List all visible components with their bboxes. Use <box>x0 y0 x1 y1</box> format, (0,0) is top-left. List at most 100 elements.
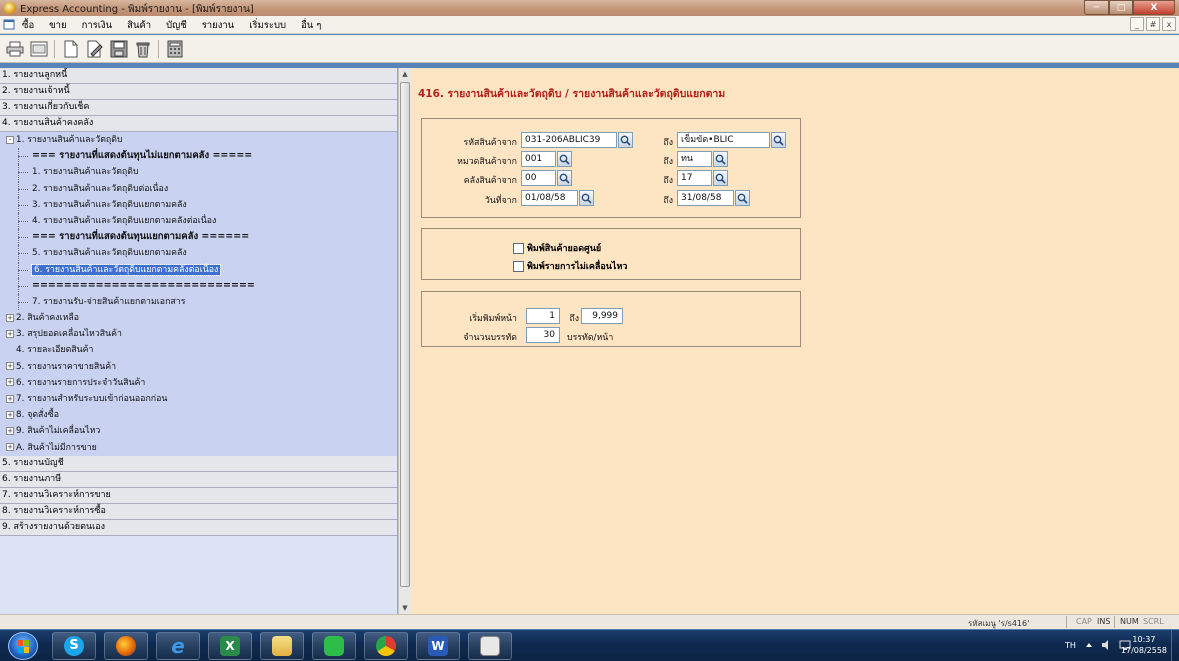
tree-item[interactable]: 6. รายงานสินค้าและวัตถุดิบแยกตามคลังต่อเ… <box>0 261 397 278</box>
section-custom-report[interactable]: 9. สร้างรายงานด้วยตนเอง <box>0 519 397 536</box>
taskbar-firefox[interactable] <box>104 632 148 660</box>
section-debtors[interactable]: 1. รายงานลูกหนี้ <box>0 68 397 84</box>
menu-reports[interactable]: รายงาน <box>202 18 234 33</box>
expand-icon[interactable]: + <box>6 426 14 435</box>
tree-item[interactable]: +9. สินค้าไม่เคลื่อนไหว <box>0 423 397 439</box>
tree-item[interactable]: 2. รายงานสินค้าและวัตถุดิบต่อเนื่อง <box>0 180 397 197</box>
taskbar-explorer[interactable] <box>260 632 304 660</box>
taskbar-express[interactable] <box>468 632 512 660</box>
tree-item[interactable]: +7. รายงานสำหรับระบบเข้าก่อนออกก่อน <box>0 391 397 407</box>
tree-item[interactable]: 4. รายงานสินค้าและวัตถุดิบแยกตามคลังต่อเ… <box>0 212 397 229</box>
warehouse-from-input[interactable]: 00 <box>521 170 556 186</box>
print-inactive-checkbox[interactable]: พิมพ์รายการไม่เคลื่อนไหว <box>513 259 627 273</box>
expand-icon[interactable]: + <box>6 329 14 338</box>
date-from-input[interactable]: 01/08/58 <box>521 190 578 206</box>
expand-icon[interactable]: + <box>6 378 14 387</box>
tree-item[interactable]: 7. รายงานรับ-จ่ายสินค้าแยกตามเอกสาร <box>0 293 397 310</box>
end-page-input[interactable]: 9,999 <box>581 308 623 324</box>
taskbar-excel[interactable]: X <box>208 632 252 660</box>
taskbar-internet-explorer[interactable]: e <box>156 632 200 660</box>
warehouse-from-lookup-button[interactable] <box>557 170 572 186</box>
section-purchase-analysis[interactable]: 8. รายงานวิเคราะห์การซื้อ <box>0 503 397 520</box>
category-to-lookup-button[interactable] <box>713 151 728 167</box>
tree-item[interactable]: === รายงานที่แสดงต้นทุนไม่แยกตามคลัง ===… <box>0 148 397 165</box>
menu-accounts[interactable]: บัญชี <box>166 18 187 33</box>
close-button[interactable]: X <box>1133 0 1175 15</box>
menu-finance[interactable]: การเงิน <box>82 18 113 33</box>
menu-inventory[interactable]: สินค้า <box>127 18 151 33</box>
menu-scrollbar[interactable]: ▲ ▼ <box>398 68 411 614</box>
input-language[interactable]: TH <box>1065 641 1076 650</box>
print-button[interactable] <box>4 39 26 59</box>
product-to-lookup-button[interactable] <box>771 132 786 148</box>
tree-item[interactable]: === รายงานที่แสดงต้นทุนแยกตามคลัง ====== <box>0 229 397 246</box>
expand-icon[interactable]: + <box>6 394 14 403</box>
preview-button[interactable] <box>28 39 50 59</box>
expand-icon[interactable]: + <box>6 443 14 452</box>
scroll-down-icon[interactable]: ▼ <box>399 602 411 614</box>
menu-purchase[interactable]: ซื้อ <box>22 18 34 33</box>
expand-icon[interactable]: + <box>6 410 14 419</box>
scroll-up-icon[interactable]: ▲ <box>399 68 411 80</box>
taskbar-word[interactable]: W <box>416 632 460 660</box>
mdi-restore-button[interactable]: # <box>1146 17 1160 31</box>
checkbox-box[interactable] <box>513 260 524 272</box>
volume-icon[interactable] <box>1101 639 1113 651</box>
menu-sales[interactable]: ขาย <box>49 18 66 33</box>
tree-item[interactable]: +8. จุดสั่งซื้อ <box>0 407 397 423</box>
scroll-thumb[interactable] <box>400 82 410 587</box>
tree-item[interactable]: 5. รายงานสินค้าและวัตถุดิบแยกตามคลัง <box>0 245 397 262</box>
checkbox-box[interactable] <box>513 242 524 254</box>
product-from-lookup-button[interactable] <box>618 132 633 148</box>
maximize-button[interactable]: □ <box>1109 0 1133 15</box>
calculator-button[interactable] <box>164 39 186 59</box>
lines-per-page-input[interactable]: 30 <box>526 327 560 343</box>
section-creditors[interactable]: 2. รายงานเจ้าหนี้ <box>0 84 397 100</box>
tree-item[interactable]: +5. รายงานราคาขายสินค้า <box>0 359 397 375</box>
menu-other[interactable]: อื่น ๆ <box>301 18 321 33</box>
date-to-picker-button[interactable] <box>735 190 750 206</box>
start-page-input[interactable]: 1 <box>526 308 560 324</box>
section-inventory[interactable]: 4. รายงานสินค้าคงคลัง <box>0 116 397 132</box>
mdi-close-button[interactable]: x <box>1162 17 1176 31</box>
category-to-input[interactable]: ทน <box>677 151 712 167</box>
taskbar-skype[interactable]: S <box>52 632 96 660</box>
tree-item[interactable]: ============================ <box>0 277 397 294</box>
new-button[interactable] <box>60 39 82 59</box>
tree-item[interactable]: 3. รายงานสินค้าและวัตถุดิบแยกตามคลัง <box>0 196 397 213</box>
tree-item[interactable]: -1. รายงานสินค้าและวัตถุดิบ <box>0 132 397 148</box>
start-button[interactable] <box>8 632 38 660</box>
taskbar-chrome[interactable] <box>364 632 408 660</box>
collapse-icon[interactable]: - <box>6 135 14 144</box>
section-tax[interactable]: 6. รายงานภาษี <box>0 471 397 488</box>
minimize-button[interactable]: ─ <box>1084 0 1109 15</box>
date-to-input[interactable]: 31/08/58 <box>677 190 734 206</box>
category-from-input[interactable]: 001 <box>521 151 556 167</box>
expand-icon[interactable]: + <box>6 362 14 371</box>
section-accounting[interactable]: 5. รายงานบัญชี <box>0 455 397 472</box>
tray-expand-icon[interactable] <box>1085 641 1093 649</box>
edit-button[interactable] <box>84 39 106 59</box>
tree-item[interactable]: 1. รายงานสินค้าและวัตถุดิบ <box>0 164 397 181</box>
menu-setup[interactable]: เริ่มระบบ <box>249 18 286 33</box>
print-zero-balance-checkbox[interactable]: พิมพ์สินค้ายอดศูนย์ <box>513 241 601 255</box>
product-to-input[interactable]: เข็มขัด•BLIC <box>677 132 770 148</box>
save-button[interactable] <box>108 39 130 59</box>
section-cheques[interactable]: 3. รายงานเกี่ยวกับเช็ค <box>0 100 397 116</box>
taskbar-line[interactable] <box>312 632 356 660</box>
warehouse-to-input[interactable]: 17 <box>677 170 712 186</box>
warehouse-to-lookup-button[interactable] <box>713 170 728 186</box>
tree-item[interactable]: +3. สรุปยอดเคลื่อนไหวสินค้า <box>0 326 397 342</box>
show-desktop-button[interactable] <box>1171 630 1179 661</box>
tree-item[interactable]: +2. สินค้าคงเหลือ <box>0 310 397 326</box>
expand-icon[interactable]: + <box>6 313 14 322</box>
delete-button[interactable] <box>132 39 154 59</box>
section-sales-analysis[interactable]: 7. รายงานวิเคราะห์การขาย <box>0 487 397 504</box>
clock[interactable]: 10:37 17/08/2558 <box>1121 634 1167 656</box>
category-from-lookup-button[interactable] <box>557 151 572 167</box>
mdi-minimize-button[interactable]: _ <box>1130 17 1144 31</box>
date-from-picker-button[interactable] <box>579 190 594 206</box>
tree-item[interactable]: +6. รายงานรายการประจำวันสินค้า <box>0 375 397 391</box>
tree-item[interactable]: 4. รายละเอียดสินค้า <box>0 342 397 358</box>
tree-item[interactable]: + A. สินค้าไม่มีการขาย <box>0 440 397 456</box>
